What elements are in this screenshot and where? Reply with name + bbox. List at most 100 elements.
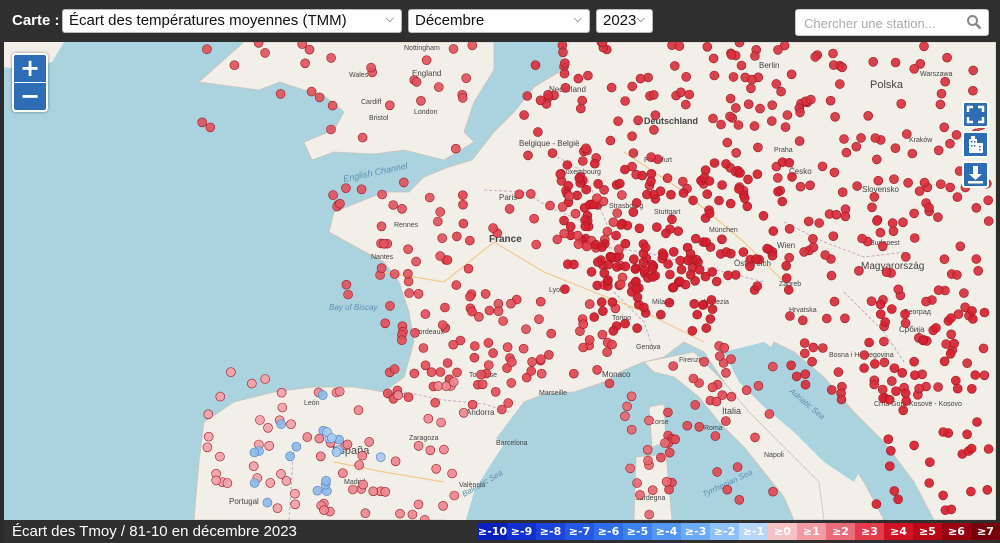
station-marker[interactable] (633, 115, 643, 126)
station-marker[interactable] (800, 379, 811, 390)
map-canvas[interactable]: Polska Warszawa Berlin Deutschland Neder… (4, 42, 996, 520)
station-marker[interactable] (616, 190, 627, 200)
station-marker[interactable] (627, 131, 637, 141)
station-marker[interactable] (265, 478, 276, 488)
station-marker[interactable] (465, 291, 475, 302)
station-marker[interactable] (968, 314, 978, 324)
station-marker[interactable] (398, 177, 409, 188)
station-marker[interactable] (870, 133, 881, 143)
station-marker[interactable] (768, 486, 778, 497)
station-marker[interactable] (597, 242, 607, 252)
station-marker[interactable] (620, 96, 630, 106)
station-marker[interactable] (970, 370, 981, 380)
station-marker[interactable] (751, 254, 761, 264)
station-marker[interactable] (745, 261, 755, 272)
station-marker[interactable] (935, 179, 946, 189)
station-marker[interactable] (527, 356, 537, 367)
station-marker[interactable] (356, 184, 367, 195)
station-marker[interactable] (800, 369, 811, 380)
station-marker[interactable] (719, 342, 730, 353)
station-marker[interactable] (413, 499, 424, 510)
station-marker[interactable] (452, 367, 462, 378)
station-marker[interactable] (673, 226, 684, 236)
station-marker[interactable] (578, 342, 589, 353)
station-marker[interactable] (222, 478, 233, 488)
station-marker[interactable] (612, 262, 622, 272)
station-marker[interactable] (891, 386, 901, 397)
station-marker[interactable] (781, 261, 792, 271)
station-marker[interactable] (626, 391, 637, 402)
station-marker[interactable] (661, 228, 671, 239)
station-marker[interactable] (805, 180, 815, 191)
station-marker[interactable] (888, 226, 899, 236)
station-marker[interactable] (799, 338, 810, 348)
station-marker[interactable] (448, 377, 459, 387)
station-marker[interactable] (469, 352, 480, 363)
station-marker[interactable] (880, 317, 891, 327)
station-marker[interactable] (448, 339, 459, 350)
station-marker[interactable] (764, 409, 775, 419)
station-marker[interactable] (836, 394, 847, 405)
stations-button[interactable] (962, 131, 989, 158)
station-marker[interactable] (866, 296, 877, 307)
station-marker[interactable] (628, 148, 639, 158)
station-marker[interactable] (799, 247, 809, 257)
station-marker[interactable] (375, 452, 386, 463)
station-marker[interactable] (584, 299, 595, 309)
station-marker[interactable] (411, 77, 422, 87)
station-marker[interactable] (578, 319, 589, 330)
station-search[interactable] (795, 9, 989, 36)
station-marker[interactable] (627, 81, 638, 92)
station-marker[interactable] (946, 329, 957, 340)
station-marker[interactable] (871, 154, 882, 165)
station-marker[interactable] (704, 176, 715, 186)
station-marker[interactable] (869, 192, 880, 202)
station-marker[interactable] (483, 360, 494, 370)
station-marker[interactable] (547, 148, 558, 158)
station-marker[interactable] (776, 86, 786, 97)
station-marker[interactable] (312, 485, 323, 496)
station-marker[interactable] (438, 500, 448, 511)
station-marker[interactable] (622, 401, 632, 412)
station-marker[interactable] (871, 499, 882, 509)
station-marker[interactable] (625, 463, 636, 474)
station-marker[interactable] (830, 112, 840, 122)
station-marker[interactable] (458, 407, 469, 418)
station-marker[interactable] (840, 313, 850, 324)
station-marker[interactable] (602, 226, 613, 237)
station-marker[interactable] (464, 235, 475, 246)
station-marker[interactable] (436, 417, 446, 428)
station-marker[interactable] (211, 475, 221, 486)
station-marker[interactable] (341, 279, 352, 290)
station-marker[interactable] (732, 462, 743, 472)
plus-icon[interactable]: + (14, 55, 46, 82)
station-marker[interactable] (883, 434, 894, 445)
station-marker[interactable] (940, 76, 951, 87)
station-marker[interactable] (972, 417, 982, 427)
station-marker[interactable] (433, 381, 444, 391)
station-marker[interactable] (681, 71, 692, 82)
station-marker[interactable] (938, 427, 949, 437)
station-marker[interactable] (898, 405, 909, 416)
station-marker[interactable] (808, 342, 819, 353)
station-marker[interactable] (833, 367, 844, 377)
station-marker[interactable] (457, 93, 468, 103)
station-marker[interactable] (285, 451, 295, 462)
station-marker[interactable] (810, 52, 821, 62)
station-marker[interactable] (924, 202, 934, 213)
station-marker[interactable] (952, 192, 963, 202)
station-marker[interactable] (707, 382, 718, 393)
station-marker[interactable] (598, 306, 608, 317)
station-marker[interactable] (665, 269, 675, 280)
station-marker[interactable] (772, 173, 783, 183)
station-marker[interactable] (879, 357, 890, 368)
station-marker[interactable] (680, 99, 691, 110)
station-marker[interactable] (502, 342, 513, 353)
station-marker[interactable] (449, 490, 460, 501)
station-marker[interactable] (565, 221, 576, 232)
station-marker[interactable] (669, 61, 680, 71)
station-marker[interactable] (215, 451, 225, 462)
station-marker[interactable] (725, 93, 736, 104)
station-marker[interactable] (519, 110, 529, 120)
station-search-input[interactable] (802, 15, 966, 32)
